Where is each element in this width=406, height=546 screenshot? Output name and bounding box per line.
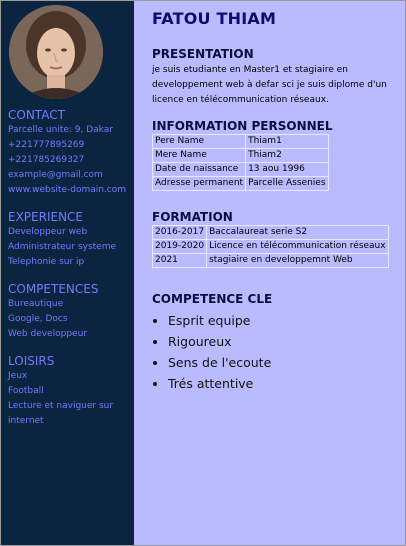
contact-address: Parcelle unite: 9, Dakar [8, 125, 113, 135]
list-item: Sens de l'ecoute [168, 352, 405, 373]
info-value: 13 aou 1996 [245, 162, 329, 177]
contact-phone-2: +221785269327 [8, 155, 85, 165]
loisirs-item: Football [8, 386, 44, 396]
contact-phone-1: +221777895269 [8, 140, 85, 150]
list-item: Esprit equipe [168, 310, 405, 331]
formation-year: 2019-2020 [151, 239, 208, 254]
experience-title: EXPERIENCE [8, 210, 84, 224]
formation-detail: stagiaire en developpemnt Web [206, 253, 389, 268]
competences-item: Bureautique [8, 299, 64, 309]
formation-year: 2021 [151, 253, 208, 268]
info-label: Adresse permanent [151, 176, 247, 191]
info-value: Thiam2 [245, 148, 329, 163]
formation-table: 2016-2017 Baccalaureat serie S2 2019-202… [151, 225, 389, 268]
table-row: 2016-2017 Baccalaureat serie S2 [151, 225, 389, 240]
contact-website: www.website-domain.com [8, 185, 127, 195]
table-row: Mere Name Thiam2 [151, 148, 329, 163]
experience-item: Administrateur systeme [8, 242, 117, 252]
formation-detail: Baccalaureat serie S2 [206, 225, 389, 240]
info-label: Date de naissance [151, 162, 247, 177]
avatar [9, 5, 103, 99]
sidebar: CONTACT Parcelle unite: 9, Dakar +221777… [1, 1, 134, 545]
competences-item: Google, Docs [8, 314, 68, 324]
cv-page: CONTACT Parcelle unite: 9, Dakar +221777… [0, 0, 406, 546]
table-row: 2021 stagiaire en developpemnt Web [151, 253, 389, 268]
info-label: Mere Name [151, 148, 247, 163]
loisirs-item: Lecture et naviguer sur internet [8, 401, 114, 426]
info-value: Parcelle Assenies [245, 176, 329, 191]
table-row: Date de naissance 13 aou 1996 [151, 162, 329, 177]
formation-detail: Licence en télécommunication réseaux [206, 239, 389, 254]
list-item: Trés attentive [168, 373, 405, 394]
competences-item: Web developpeur [8, 329, 87, 339]
table-row: 2019-2020 Licence en télécommunication r… [151, 239, 389, 254]
formation-title: FORMATION [152, 210, 233, 224]
list-item: Rigoureux [168, 331, 405, 352]
formation-year: 2016-2017 [151, 225, 208, 240]
loisirs-title: LOISIRS [8, 354, 55, 368]
table-row: Adresse permanent Parcelle Assenies [151, 176, 329, 191]
experience-item: Developpeur web [8, 227, 88, 237]
info-title: INFORMATION PERSONNEL [152, 119, 333, 133]
experience-item: Telephonie sur ip [8, 257, 85, 267]
info-label: Pere Name [151, 134, 247, 149]
person-name: FATOU THIAM [152, 9, 277, 28]
competence-cle-title: COMPETENCE CLE [152, 292, 273, 306]
competence-cle-list: Esprit equipe Rigoureux Sens de l'ecoute… [152, 310, 405, 394]
loisirs-item: Jeux [8, 371, 28, 381]
presentation-text: je suis etudiante en Master1 et stagiair… [152, 65, 387, 105]
table-row: Pere Name Thiam1 [151, 134, 329, 149]
competences-title: COMPETENCES [8, 282, 99, 296]
main-content: FATOU THIAM PRESENTATION je suis etudian… [134, 1, 405, 545]
info-table: Pere Name Thiam1 Mere Name Thiam2 Date d… [151, 134, 329, 191]
contact-title: CONTACT [8, 108, 65, 122]
contact-email: example@gmail.com [8, 170, 103, 180]
info-value: Thiam1 [245, 134, 329, 149]
presentation-title: PRESENTATION [152, 47, 254, 61]
portrait-image [9, 5, 103, 99]
